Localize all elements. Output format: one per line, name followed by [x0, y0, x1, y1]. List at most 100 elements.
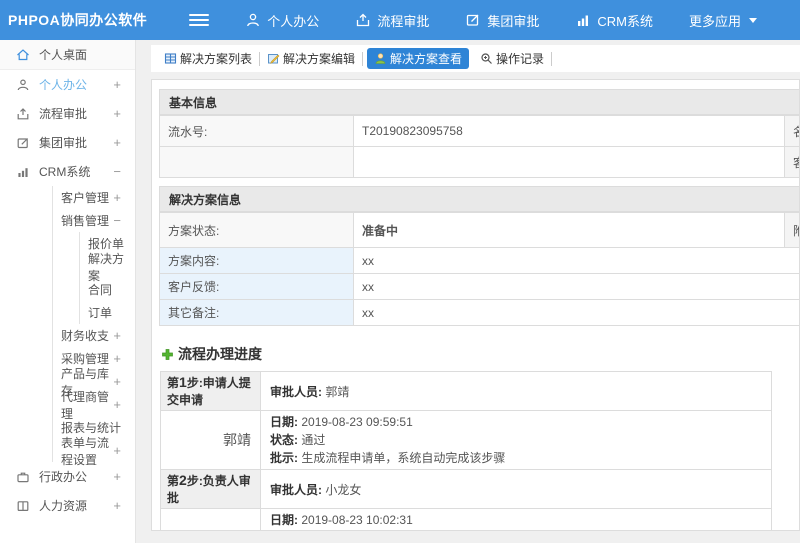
expand-toggle[interactable]: +	[113, 351, 121, 366]
user-icon	[247, 13, 260, 27]
bar-chart-icon	[18, 167, 28, 177]
chevron-down-icon	[748, 17, 757, 23]
sidebar-item-solution[interactable]: 解决方案	[80, 252, 135, 283]
sidebar-item-label: 行政办公	[39, 470, 88, 484]
field-value-feedback: xx	[353, 273, 799, 300]
step-header-row: 第1步:申请人提交申请 审批人员: 郭靖	[160, 371, 772, 411]
edit-square-icon	[467, 14, 479, 26]
sidebar-item-label: 集团审批	[39, 136, 88, 150]
sidebar-item-personal-office[interactable]: 个人办公 +	[0, 70, 135, 99]
step-approver: 审批人员: 郭靖	[260, 371, 772, 411]
tab-label: 解决方案编辑	[283, 52, 356, 66]
sidebar-item-customer-management[interactable]: 客户管理 +	[53, 186, 135, 209]
detail-panel: 基本信息 流水号: T20190823095758 名称 客户 解决方案信息	[151, 79, 800, 531]
sidebar: 个人桌面 个人办公 + 流程审批 + 集团审批 + CRM系统 − 客户管理 +	[0, 40, 136, 543]
book-icon	[17, 500, 29, 511]
sidebar-item-agents[interactable]: 代理商管理 +	[53, 390, 135, 421]
expand-toggle[interactable]: +	[113, 498, 121, 513]
person-badge-icon	[375, 53, 386, 64]
main-content: 解决方案列表 解决方案编辑 解决方案查看 操作记录 基本信息 流水号: T201…	[136, 40, 800, 543]
topnav-group-approval[interactable]: 集团审批	[465, 11, 539, 30]
step-detail: 日期: 2019-08-23 09:59:51 状态: 通过 批示: 生成流程申…	[260, 410, 772, 470]
expand-toggle[interactable]: +	[113, 443, 121, 458]
sidebar-item-label: 个人办公	[39, 78, 88, 92]
expand-toggle[interactable]: +	[113, 106, 121, 121]
magnifier-icon	[481, 53, 492, 64]
hamburger-menu-icon[interactable]	[189, 14, 210, 26]
field-label-attachment: 附件	[784, 212, 799, 248]
step-date: 日期: 2019-08-23 09:59:51	[270, 415, 413, 429]
crm-submenu: 客户管理 + 销售管理 − 报价单 解决方案 合同 订单 财务收支 + 采购管理…	[52, 186, 135, 467]
expand-toggle[interactable]: +	[113, 469, 121, 484]
sidebar-item-human-resources[interactable]: 人力资源 +	[0, 491, 135, 520]
tab-label: 操作记录	[496, 52, 545, 66]
expand-toggle[interactable]: −	[113, 213, 121, 228]
table-row: 流水号: T20190823095758 名称	[159, 115, 799, 147]
step-title: 第2步:负责人审批	[160, 469, 261, 509]
topnav-label: CRM系统	[597, 13, 653, 29]
edit-doc-icon	[268, 54, 280, 64]
sidebar-item-form-flow-settings[interactable]: 表单与流程设置 +	[53, 436, 135, 467]
sidebar-item-crm-system[interactable]: CRM系统 −	[0, 157, 135, 186]
user-icon	[17, 79, 29, 90]
top-navigation: 个人办公 流程审批 集团审批 CRM系统 更多应用	[245, 11, 757, 30]
sidebar-item-process-approval[interactable]: 流程审批 +	[0, 99, 135, 128]
edit-square-icon	[17, 137, 29, 148]
expand-toggle[interactable]: +	[113, 374, 121, 389]
step-comment: 批示: 生成流程申请单，系统自动完成该步骤	[270, 451, 506, 465]
process-steps-table: 第1步:申请人提交申请 审批人员: 郭靖 郭靖 日期: 2019-08-23 0…	[160, 371, 772, 530]
tab-solution-list[interactable]: 解决方案列表	[157, 48, 259, 69]
step-status: 状态: 结束	[270, 529, 762, 530]
field-value-status: 准备中	[353, 212, 785, 248]
topnav-label: 更多应用	[688, 13, 741, 29]
field-label-content: 方案内容:	[159, 247, 354, 274]
table-row: 客户反馈: xx	[159, 273, 799, 300]
tab-solution-edit[interactable]: 解决方案编辑	[260, 48, 362, 69]
step-date: 日期: 2019-08-23 10:02:31	[270, 513, 413, 527]
field-label-serial: 流水号:	[159, 115, 354, 147]
app-logo: PHPOA协同办公软件	[8, 12, 148, 28]
tab-label: 解决方案查看	[390, 52, 463, 66]
field-value-content: xx	[353, 247, 799, 274]
list-table-icon	[164, 53, 177, 64]
sidebar-item-finance[interactable]: 财务收支 +	[53, 324, 135, 347]
tab-separator	[551, 51, 553, 66]
topnav-crm-system[interactable]: CRM系统	[575, 11, 653, 30]
tab-label: 解决方案列表	[180, 52, 253, 66]
bar-chart-icon	[578, 15, 589, 26]
field-label-empty	[159, 146, 354, 178]
field-value-empty	[353, 146, 785, 178]
expand-toggle[interactable]: +	[113, 190, 121, 205]
field-label-remark: 其它备注:	[159, 299, 354, 326]
process-progress-title: 流程办理进度	[161, 344, 799, 364]
tab-operation-record[interactable]: 操作记录	[473, 48, 551, 69]
expand-toggle[interactable]: +	[113, 135, 121, 150]
expand-toggle[interactable]: −	[113, 164, 121, 179]
step-detail-row: 小龙女 日期: 2019-08-23 10:02:31 状态: 结束 批示: 通…	[160, 508, 772, 530]
expand-toggle[interactable]: +	[113, 397, 121, 412]
expand-toggle[interactable]: +	[113, 77, 121, 92]
tab-bar: 解决方案列表 解决方案编辑 解决方案查看 操作记录	[151, 45, 800, 72]
sidebar-item-group-approval[interactable]: 集团审批 +	[0, 128, 135, 157]
flow-upload-icon	[17, 107, 29, 119]
step-approver: 审批人员: 小龙女	[260, 469, 772, 509]
topnav-more-apps[interactable]: 更多应用	[689, 11, 757, 30]
field-label-name: 名称	[784, 115, 799, 147]
sidebar-item-label: CRM系统	[39, 165, 91, 179]
expand-toggle[interactable]: +	[113, 328, 121, 343]
sidebar-item-sales-management[interactable]: 销售管理 −	[53, 209, 135, 232]
approver-name: 小龙女	[160, 508, 261, 530]
solution-info-table: 方案状态: 准备中 附件 方案内容: xx 客户反馈: xx 其它备注: xx	[159, 212, 799, 326]
topnav-label: 集团审批	[487, 13, 540, 29]
basic-info-table: 流水号: T20190823095758 名称 客户	[159, 115, 799, 178]
home-icon	[17, 48, 29, 60]
step-status: 状态: 通过	[270, 433, 326, 447]
sidebar-item-order[interactable]: 订单	[80, 301, 135, 324]
topnav-personal-office[interactable]: 个人办公	[245, 11, 319, 30]
section-header-basic-info: 基本信息	[159, 89, 799, 115]
topnav-process-approval[interactable]: 流程审批	[355, 11, 429, 30]
briefcase-icon	[17, 472, 29, 482]
tab-solution-view[interactable]: 解决方案查看	[367, 48, 470, 69]
sidebar-item-personal-desktop[interactable]: 个人桌面	[0, 40, 135, 70]
top-bar: PHPOA协同办公软件 个人办公 流程审批 集团审批 CRM系统 更多应用	[0, 0, 800, 40]
